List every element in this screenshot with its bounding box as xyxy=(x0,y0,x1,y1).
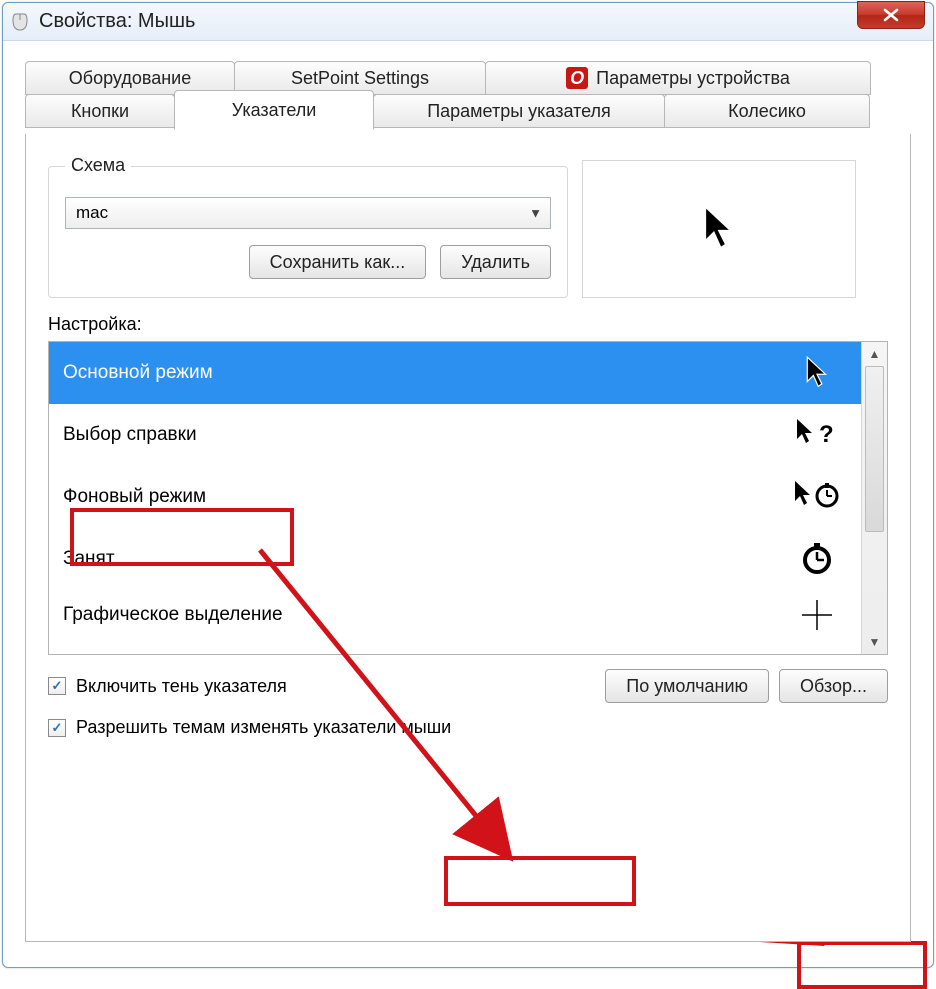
tab-pointers[interactable]: Указатели xyxy=(174,90,374,130)
list-item-precision[interactable]: Графическое выделение xyxy=(49,590,861,640)
scheme-value: mac xyxy=(76,203,108,223)
scheme-fieldset: Схема mac ▼ Сохранить как... Удалить xyxy=(48,156,568,298)
tab-pointer-options[interactable]: Параметры указателя xyxy=(373,94,665,128)
svg-text:?: ? xyxy=(819,421,834,448)
device-params-icon: O xyxy=(566,67,588,89)
arrow-help-icon: ? xyxy=(787,418,847,452)
cursor-listbox[interactable]: Основной режим Выбор справки ? Фоновый р… xyxy=(48,341,888,655)
crosshair-icon xyxy=(787,598,847,632)
annotation-highlight xyxy=(70,508,294,566)
arrow-busy-icon xyxy=(787,480,847,514)
listbox-scrollbar[interactable]: ▲ ▼ xyxy=(861,342,887,654)
delete-button[interactable]: Удалить xyxy=(440,245,551,279)
annotation-highlight xyxy=(797,941,927,989)
titlebar: Свойства: Мышь xyxy=(3,3,933,41)
scroll-track[interactable] xyxy=(862,366,887,630)
list-item-normal[interactable]: Основной режим xyxy=(49,342,861,404)
close-button[interactable] xyxy=(857,1,925,29)
window-title: Свойства: Мышь xyxy=(39,10,195,33)
shadow-checkbox[interactable]: ✓ xyxy=(48,677,66,695)
default-button[interactable]: По умолчанию xyxy=(605,669,769,703)
save-as-button[interactable]: Сохранить как... xyxy=(249,245,427,279)
arrow-icon xyxy=(787,356,847,390)
settings-label: Настройка: xyxy=(48,314,888,335)
allow-themes-label: Разрешить темам изменять указатели мыши xyxy=(76,717,451,738)
tab-panel-pointers: Схема mac ▼ Сохранить как... Удалить Нас… xyxy=(25,134,911,942)
tab-device-params[interactable]: O Параметры устройства xyxy=(485,61,871,95)
list-item-help[interactable]: Выбор справки ? xyxy=(49,404,861,466)
tab-buttons[interactable]: Кнопки xyxy=(25,94,175,128)
allow-themes-checkbox[interactable]: ✓ xyxy=(48,719,66,737)
dialog-window: Свойства: Мышь Оборудование SetPoint Set… xyxy=(2,2,934,968)
annotation-highlight xyxy=(444,856,636,906)
browse-button[interactable]: Обзор... xyxy=(779,669,888,703)
scheme-dropdown[interactable]: mac ▼ xyxy=(65,197,551,229)
tab-strip: Оборудование SetPoint Settings O Парамет… xyxy=(25,61,911,134)
tab-wheel[interactable]: Колесико xyxy=(664,94,870,128)
cursor-preview xyxy=(582,160,856,298)
mouse-icon xyxy=(9,11,31,33)
scheme-legend: Схема xyxy=(65,155,131,176)
scroll-down-icon[interactable]: ▼ xyxy=(862,630,887,654)
scroll-thumb[interactable] xyxy=(865,366,884,532)
scroll-up-icon[interactable]: ▲ xyxy=(862,342,887,366)
shadow-label: Включить тень указателя xyxy=(76,676,287,697)
chevron-down-icon: ▼ xyxy=(529,206,542,221)
busy-icon xyxy=(787,542,847,576)
